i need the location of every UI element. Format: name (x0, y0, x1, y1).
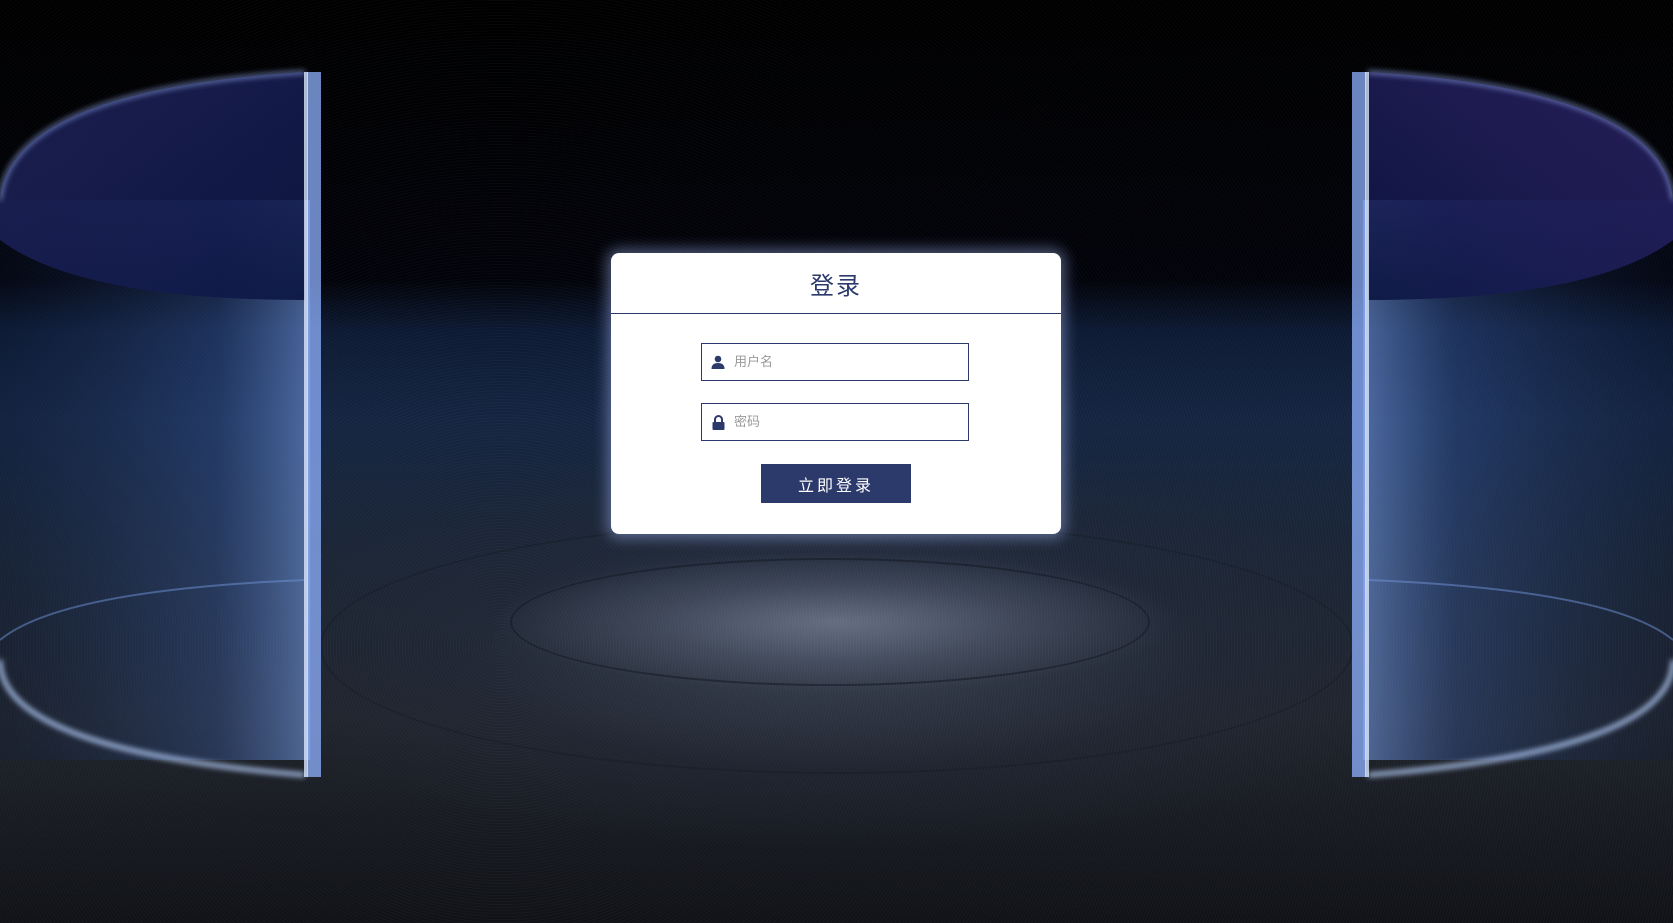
password-input[interactable] (734, 404, 968, 440)
username-input[interactable] (734, 344, 968, 380)
lock-icon (702, 404, 734, 440)
login-card: 登录 立即登录 (611, 253, 1061, 534)
username-field[interactable] (701, 343, 969, 381)
login-page-background: 登录 立即登录 (0, 0, 1673, 923)
login-button[interactable]: 立即登录 (761, 464, 911, 503)
user-icon (702, 344, 734, 380)
login-title: 登录 (810, 271, 862, 300)
right-glass-pillar (1352, 70, 1673, 777)
floor-ring-outer (320, 520, 1354, 774)
left-glass-pillar (0, 70, 321, 777)
password-field[interactable] (701, 403, 969, 441)
login-card-header: 登录 (611, 253, 1061, 314)
